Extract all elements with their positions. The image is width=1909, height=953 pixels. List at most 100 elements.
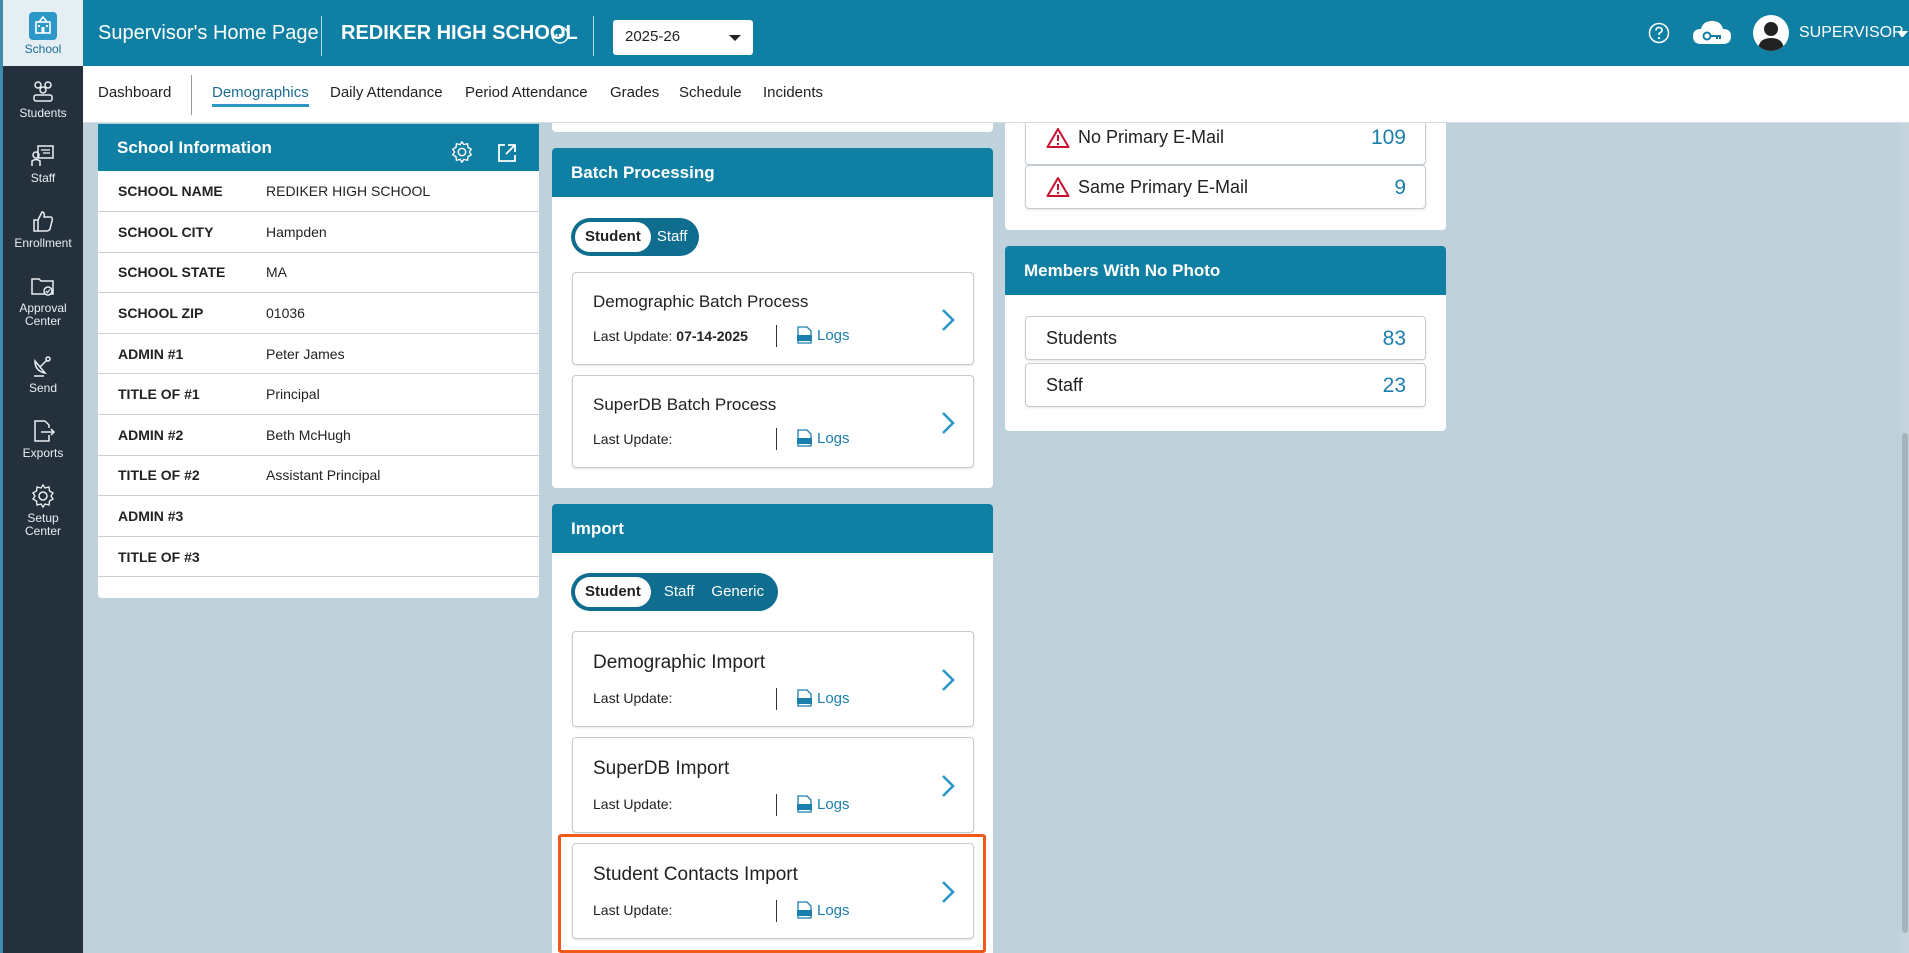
import-type-toggle[interactable]: Student Staff Generic xyxy=(571,573,778,611)
row-value: Peter James xyxy=(266,333,539,375)
more-options-icon[interactable] xyxy=(551,26,569,49)
chevron-right-icon xyxy=(942,669,955,691)
row-key: TITLE OF #3 xyxy=(98,536,266,578)
cloud-key-icon[interactable] xyxy=(1691,18,1733,53)
card-title: Import xyxy=(571,519,624,538)
batch-processing-card: Batch Processing Student Staff Demograph… xyxy=(552,148,993,488)
tab-incidents[interactable]: Incidents xyxy=(763,84,823,101)
sidebar-item-send[interactable]: Send xyxy=(3,353,83,395)
last-update-label: Last Update: xyxy=(593,328,673,344)
header-divider xyxy=(593,16,594,56)
sidebar-item-setup-center[interactable]: Setup Center xyxy=(3,483,83,538)
logs-link[interactable]: Logs xyxy=(797,326,850,344)
open-external-icon[interactable] xyxy=(496,135,518,182)
stat-value: 9 xyxy=(1394,176,1406,199)
divider xyxy=(776,794,777,816)
sidebar-item-students[interactable]: Students xyxy=(3,78,83,120)
satellite-icon xyxy=(34,356,51,377)
stat-label: Same Primary E-Mail xyxy=(1078,177,1249,197)
tab-demographics[interactable]: Demographics xyxy=(212,84,309,107)
gear-icon[interactable] xyxy=(450,135,474,182)
row-value: Hampden xyxy=(266,211,539,253)
import-item[interactable]: SuperDB Import Last Update: Logs xyxy=(572,737,974,833)
email-stats-card: No Primary E-Mail 109 Same Primary E-Mai… xyxy=(1005,123,1446,230)
stat-value: 83 xyxy=(1382,327,1406,350)
row-key: ADMIN #2 xyxy=(98,414,266,456)
school-name: REDIKER HIGH SCHOOL xyxy=(341,22,578,44)
import-title: Demographic Import xyxy=(593,652,766,673)
sidebar-item-label: Enrollment xyxy=(14,236,72,250)
avatar[interactable] xyxy=(1753,15,1789,51)
table-row: ADMIN #3 xyxy=(98,495,539,537)
card-title: School Information xyxy=(117,138,272,157)
help-icon[interactable] xyxy=(1648,22,1670,49)
chevron-down-icon[interactable] xyxy=(1898,31,1908,37)
row-key: SCHOOL NAME xyxy=(98,171,266,213)
batch-process-item[interactable]: SuperDB Batch Process Last Update: Logs xyxy=(572,375,974,468)
table-row: SCHOOL CITY Hampden xyxy=(98,211,539,253)
toggle-staff[interactable]: Staff xyxy=(651,577,708,607)
import-title: SuperDB Import xyxy=(593,758,730,779)
row-key: SCHOOL STATE xyxy=(98,252,266,294)
logs-label: Logs xyxy=(817,795,850,813)
toggle-generic[interactable]: Generic xyxy=(707,577,774,607)
sidebar-item-staff[interactable]: Staff xyxy=(3,143,83,185)
school-information-table: SCHOOL NAME REDIKER HIGH SCHOOL SCHOOL CI… xyxy=(98,171,539,578)
import-item[interactable]: Demographic Import Last Update: Logs xyxy=(572,631,974,727)
header-divider xyxy=(321,16,322,56)
row-key: SCHOOL ZIP xyxy=(98,292,266,334)
tab-grades[interactable]: Grades xyxy=(610,84,659,101)
logs-link[interactable]: Logs xyxy=(797,429,850,447)
sidebar-item-label: Approval xyxy=(19,301,67,315)
stat-row[interactable]: Staff 23 xyxy=(1025,363,1426,407)
tab-daily-attendance[interactable]: Daily Attendance xyxy=(330,84,443,101)
divider xyxy=(776,428,777,450)
logs-label: Logs xyxy=(817,689,850,707)
logs-link[interactable]: Logs xyxy=(797,689,850,707)
user-menu-label[interactable]: SUPERVISOR xyxy=(1799,24,1904,42)
sidebar-item-approval-center[interactable]: Approval Center xyxy=(3,273,83,328)
card-title: Batch Processing xyxy=(571,163,715,182)
chevron-down-icon xyxy=(729,35,741,41)
school-icon xyxy=(29,12,57,40)
warning-icon xyxy=(1046,128,1070,148)
last-update-label: Last Update: xyxy=(593,796,673,812)
sidebar-item-label: Send xyxy=(28,381,58,395)
sidebar-item-exports[interactable]: Exports xyxy=(3,418,83,460)
table-row: TITLE OF #2 Assistant Principal xyxy=(98,455,539,497)
row-value: 01036 xyxy=(266,292,539,334)
tab-period-attendance[interactable]: Period Attendance xyxy=(465,84,588,101)
left-sidebar: School Students Staff Enrollment Approva… xyxy=(0,0,83,953)
row-value: Beth McHugh xyxy=(266,414,539,456)
sidebar-item-label: School xyxy=(24,42,62,56)
toggle-staff[interactable]: Staff xyxy=(651,222,696,252)
school-year-select[interactable]: 2025-26 xyxy=(613,20,753,55)
sidebar-item-school[interactable]: School xyxy=(3,0,83,66)
stat-row[interactable]: Students 83 xyxy=(1025,316,1426,360)
scrollbar-track[interactable] xyxy=(1901,123,1909,953)
school-information-card: School Information SCHOOL NAME REDIKER HI… xyxy=(98,124,539,598)
tab-dashboard[interactable]: Dashboard xyxy=(98,84,171,101)
batch-type-toggle[interactable]: Student Staff xyxy=(571,218,700,256)
last-update-date: 07-14-2025 xyxy=(676,328,748,344)
stat-row[interactable]: No Primary E-Mail 109 xyxy=(1025,123,1426,165)
scrollbar-thumb[interactable] xyxy=(1902,433,1908,933)
logs-label: Logs xyxy=(817,326,850,344)
stat-row[interactable]: Same Primary E-Mail 9 xyxy=(1025,165,1426,209)
sidebar-item-label: Setup xyxy=(27,511,59,525)
logs-link[interactable]: Logs xyxy=(797,795,850,813)
stat-label: Students xyxy=(1046,328,1118,348)
row-key: TITLE OF #1 xyxy=(98,373,266,416)
chevron-right-icon xyxy=(942,775,955,797)
page-title: Supervisor's Home Page xyxy=(98,22,319,44)
process-title: SuperDB Batch Process xyxy=(593,395,777,414)
divider xyxy=(776,325,777,347)
tab-schedule[interactable]: Schedule xyxy=(679,84,742,101)
toggle-student[interactable]: Student xyxy=(575,577,651,607)
toggle-student[interactable]: Student xyxy=(575,222,651,252)
sidebar-item-enrollment[interactable]: Enrollment xyxy=(3,208,83,250)
batch-process-item[interactable]: Demographic Batch Process Last Update: 0… xyxy=(572,272,974,365)
import-header: Import xyxy=(552,504,993,553)
export-icon xyxy=(34,420,56,442)
stat-value: 109 xyxy=(1370,126,1406,149)
